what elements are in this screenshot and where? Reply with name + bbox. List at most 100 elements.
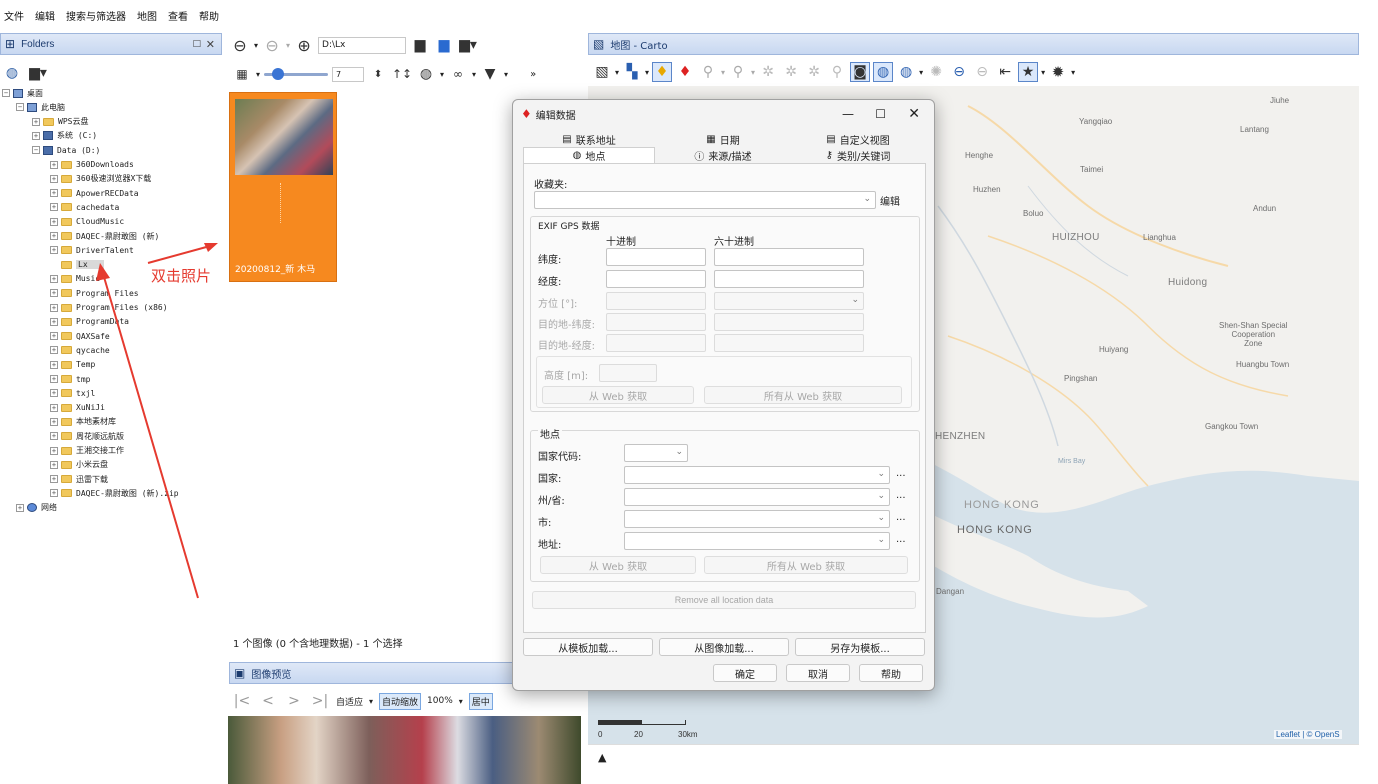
tree-item[interactable]: + qycache	[50, 343, 110, 357]
tree-item[interactable]: − 桌面	[2, 86, 43, 100]
filter-icon[interactable]: ▼	[480, 64, 500, 84]
longitude-sexagesimal-input[interactable]	[714, 270, 864, 288]
minimize-icon[interactable]: —	[842, 107, 854, 121]
tab-source[interactable]: ⓘ 来源/描述	[657, 147, 789, 163]
tree-item[interactable]: + 王湘交接工作	[50, 444, 124, 458]
tree-item[interactable]: − Data (D:)	[32, 143, 100, 157]
spin-icon[interactable]: ⬍	[368, 64, 388, 84]
expand-toggle-icon[interactable]: +	[50, 489, 58, 498]
tree-item[interactable]: + DriverTalent	[50, 243, 134, 257]
camera-icon[interactable]: ◙	[850, 62, 871, 82]
settings-icon[interactable]: ✹	[1048, 62, 1068, 82]
expand-toggle-icon[interactable]: +	[50, 475, 58, 484]
latitude-decimal-input[interactable]	[606, 248, 706, 266]
expand-toggle-icon[interactable]: +	[50, 160, 58, 169]
expand-toggle-icon[interactable]: +	[50, 174, 58, 183]
tab-contact[interactable]: ▤ 联系地址	[523, 132, 655, 147]
pin-search-icon[interactable]: ⚲	[698, 62, 718, 82]
tree-item[interactable]: + Program Files (x86)	[50, 301, 168, 315]
expand-toggle-icon[interactable]: +	[50, 289, 58, 298]
pin-yellow-icon[interactable]: ♦	[652, 62, 673, 82]
globe-settings-icon[interactable]: ◍	[896, 62, 916, 82]
tree-item[interactable]: + Temp	[50, 358, 95, 372]
tree-item[interactable]: + 网络	[16, 501, 57, 515]
expand-toggle-icon[interactable]: +	[50, 189, 58, 198]
expand-toggle-icon[interactable]: +	[32, 131, 40, 140]
maximize-icon[interactable]: ☐	[875, 107, 886, 121]
country-select[interactable]: ⌄	[624, 466, 890, 484]
folder-open-icon[interactable]: ▆▾	[28, 63, 48, 83]
city-more-button[interactable]: ...	[896, 512, 906, 523]
country-code-select[interactable]: ⌄	[624, 444, 688, 462]
pin-red-icon[interactable]: ♦	[675, 62, 695, 82]
zoom-button[interactable]: 100%	[427, 696, 453, 706]
pointer-icon[interactable]: ⇤	[995, 62, 1015, 82]
tree-item[interactable]: + Music	[50, 272, 100, 286]
map-attribution[interactable]: Leaflet | © OpenS	[1274, 730, 1342, 739]
gps-all-from-web-button[interactable]: 所有从 Web 获取	[704, 386, 902, 404]
center-button[interactable]: 居中	[468, 692, 493, 710]
dialog-close-icon[interactable]: ✕	[908, 106, 920, 122]
city-select[interactable]: ⌄	[624, 510, 890, 528]
address-more-button[interactable]: ...	[896, 534, 906, 545]
tab-location[interactable]: ◍ 地点	[523, 147, 655, 163]
tree-item[interactable]: + DAQEC-鼎尉敢图 (新)	[50, 229, 159, 243]
expand-toggle-icon[interactable]: +	[50, 375, 58, 383]
state-select[interactable]: ⌄	[624, 488, 890, 506]
gear-disabled-icon[interactable]: ✺	[926, 62, 946, 82]
auto-zoom-button[interactable]: 自动缩放	[379, 692, 422, 710]
menu-item-3[interactable]: 地图	[137, 8, 157, 28]
overflow-icon[interactable]: »	[530, 69, 536, 80]
tree-item[interactable]: + 系统 (C:)	[32, 129, 97, 143]
tree-item[interactable]: + XuNiJi	[50, 401, 105, 415]
back-icon[interactable]: ⊖	[230, 35, 250, 55]
expand-toggle-icon[interactable]: +	[50, 360, 58, 369]
country-more-button[interactable]: ...	[896, 468, 906, 479]
float-panel-button[interactable]: □	[192, 39, 201, 49]
expand-toggle-icon[interactable]: +	[50, 246, 58, 255]
expand-toggle-icon[interactable]: +	[50, 332, 58, 341]
close-panel-button[interactable]: ✕	[206, 38, 215, 51]
tree-item[interactable]: − 此电脑	[16, 100, 65, 114]
expand-toggle-icon[interactable]: +	[50, 389, 58, 398]
globe-camera-icon[interactable]: ◍	[873, 62, 894, 82]
expand-toggle-icon[interactable]: +	[50, 446, 58, 455]
folder-options-icon[interactable]: ▆▾	[458, 35, 478, 55]
dest-longitude-decimal-input[interactable]	[606, 334, 706, 352]
menu-item-1[interactable]: 编辑	[35, 8, 55, 28]
cancel-button[interactable]: 取消	[786, 664, 850, 682]
expand-toggle-icon[interactable]: −	[16, 103, 24, 112]
star-icon[interactable]: ★	[1018, 62, 1039, 82]
tree-item[interactable]: + Program Files	[50, 286, 139, 300]
tree-item[interactable]: +360极速浏览器X下载	[50, 172, 151, 186]
ok-button[interactable]: 确定	[713, 664, 777, 682]
zoom-search-icon[interactable]: ⚲	[827, 62, 847, 82]
tab-custom-view[interactable]: ▤ 自定义视图	[791, 132, 925, 147]
sort-icon[interactable]: ↑↕	[392, 64, 412, 84]
view-mode-icon[interactable]: ▦	[232, 64, 252, 84]
location-from-web-button[interactable]: 从 Web 获取	[540, 556, 696, 574]
thumbnail-size-input[interactable]: 7	[332, 66, 365, 82]
path-input[interactable]: D:\Lx	[318, 36, 407, 54]
help-button[interactable]: 帮助	[859, 664, 923, 682]
menu-item-0[interactable]: 文件	[4, 8, 24, 28]
expand-toggle-icon[interactable]: +	[16, 503, 24, 512]
address-select[interactable]: ⌄	[624, 532, 890, 550]
tree-item[interactable]: + WPS云盘	[32, 115, 88, 129]
filter-globe-icon[interactable]: ◍	[416, 64, 436, 84]
tree-item[interactable]: + txjl	[50, 386, 95, 400]
forward-icon[interactable]: ⊖	[262, 35, 282, 55]
folder-refresh-icon[interactable]: ▆	[434, 35, 454, 55]
tree-item[interactable]: + ProgramData	[50, 315, 129, 329]
expand-toggle-icon[interactable]: +	[50, 203, 58, 212]
first-icon[interactable]: |<	[232, 691, 252, 711]
cluster-icon-2[interactable]: ✲	[781, 62, 801, 82]
tree-item[interactable]: + DAQEC-鼎尉敢图 (新).zip	[50, 486, 179, 500]
expand-toggle-icon[interactable]: +	[50, 417, 58, 426]
gps-from-web-button[interactable]: 从 Web 获取	[542, 386, 694, 404]
cluster-icon-1[interactable]: ✲	[758, 62, 778, 82]
favorites-select[interactable]: ⌄	[534, 191, 876, 209]
map-forward-icon[interactable]: ⊖	[972, 62, 992, 82]
altitude-input[interactable]	[599, 364, 657, 382]
tab-date[interactable]: ▦ 日期	[657, 132, 789, 147]
